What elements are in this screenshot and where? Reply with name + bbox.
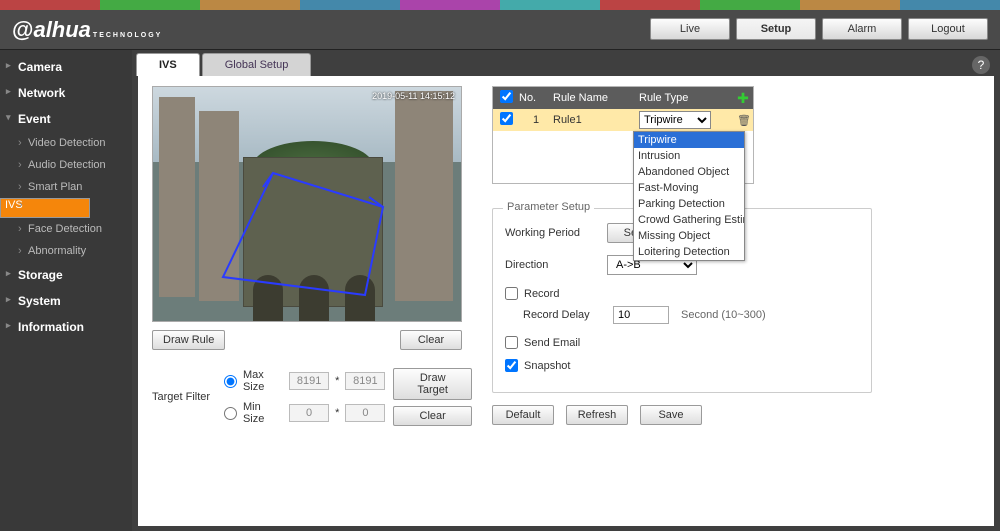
draw-rule-button[interactable]: Draw Rule: [152, 330, 225, 350]
max-size-h[interactable]: [345, 372, 385, 390]
sidebar-item-ivs[interactable]: IVS: [0, 198, 90, 218]
sidebar-item-audio-detection[interactable]: Audio Detection: [0, 154, 132, 176]
camera-preview[interactable]: 2019-05-11 14:15:12: [152, 86, 462, 322]
action-row: Default Refresh Save: [492, 405, 980, 425]
opt-crowd[interactable]: Crowd Gathering Estimation: [634, 212, 744, 228]
top-nav: Live Setup Alarm Logout: [650, 18, 988, 40]
nav-logout[interactable]: Logout: [908, 18, 988, 40]
rule-table: No. Rule Name Rule Type ✚ 1 Rule1 Tripwi…: [492, 86, 754, 184]
nav-alarm[interactable]: Alarm: [822, 18, 902, 40]
nav-live[interactable]: Live: [650, 18, 730, 40]
rule-type-dropdown[interactable]: Tripwire Intrusion Abandoned Object Fast…: [633, 131, 745, 261]
tab-bar: IVS Global Setup: [136, 50, 1000, 76]
col-no: No.: [519, 92, 553, 104]
sidebar-network[interactable]: Network: [0, 80, 132, 106]
sidebar: Camera Network Event Video Detection Aud…: [0, 50, 132, 531]
col-name: Rule Name: [553, 92, 639, 104]
max-size-label: Max Size: [243, 369, 283, 393]
sidebar-item-video-detection[interactable]: Video Detection: [0, 132, 132, 154]
rule-row-no: 1: [519, 114, 553, 126]
sidebar-item-face-detection[interactable]: Face Detection: [0, 218, 132, 240]
nav-setup[interactable]: Setup: [736, 18, 816, 40]
rule-row-name: Rule1: [553, 114, 639, 126]
clear-target-button[interactable]: Clear: [393, 406, 472, 426]
working-period-label: Working Period: [505, 227, 595, 239]
send-email-checkbox[interactable]: [505, 336, 518, 349]
rule-select-all[interactable]: [500, 90, 513, 103]
draw-target-button[interactable]: Draw Target: [393, 368, 472, 400]
rule-row[interactable]: 1 Rule1 Tripwire 🗑: [493, 109, 753, 131]
opt-fast-moving[interactable]: Fast-Moving: [634, 180, 744, 196]
sidebar-item-smart-plan[interactable]: Smart Plan: [0, 176, 132, 198]
sidebar-item-abnormality[interactable]: Abnormality: [0, 240, 132, 262]
snapshot-label: Snapshot: [524, 360, 570, 372]
target-filter-label: Target Filter: [152, 391, 216, 403]
left-column: 2019-05-11 14:15:12 Draw Rule Clear Targ…: [152, 86, 472, 512]
opt-tripwire[interactable]: Tripwire: [634, 132, 744, 148]
save-button[interactable]: Save: [640, 405, 702, 425]
tab-global-setup[interactable]: Global Setup: [202, 53, 312, 76]
max-size-w[interactable]: [289, 372, 329, 390]
sidebar-storage[interactable]: Storage: [0, 262, 132, 288]
col-type: Rule Type: [639, 92, 733, 104]
record-checkbox[interactable]: [505, 287, 518, 300]
add-rule-icon[interactable]: ✚: [733, 90, 753, 107]
opt-abandoned[interactable]: Abandoned Object: [634, 164, 744, 180]
min-size-h[interactable]: [345, 404, 385, 422]
send-email-label: Send Email: [524, 337, 580, 349]
right-column: No. Rule Name Rule Type ✚ 1 Rule1 Tripwi…: [492, 86, 980, 512]
record-delay-label: Record Delay: [523, 309, 601, 321]
tab-ivs[interactable]: IVS: [136, 53, 200, 76]
parameter-setup-legend: Parameter Setup: [503, 201, 594, 213]
record-delay-input[interactable]: [613, 306, 669, 324]
ivs-panel: 2019-05-11 14:15:12 Draw Rule Clear Targ…: [138, 76, 994, 526]
max-size-radio[interactable]: [224, 375, 237, 388]
browser-bookmark-strip: [0, 0, 1000, 10]
min-size-w[interactable]: [289, 404, 329, 422]
rule-table-head: No. Rule Name Rule Type ✚: [493, 87, 753, 109]
sidebar-system[interactable]: System: [0, 288, 132, 314]
default-button[interactable]: Default: [492, 405, 554, 425]
preview-timestamp: 2019-05-11 14:15:12: [372, 91, 455, 101]
sidebar-information[interactable]: Information: [0, 314, 132, 340]
opt-loitering[interactable]: Loitering Detection: [634, 244, 744, 260]
clear-rule-button[interactable]: Clear: [400, 330, 462, 350]
sidebar-event[interactable]: Event: [0, 106, 132, 132]
opt-intrusion[interactable]: Intrusion: [634, 148, 744, 164]
delete-rule-icon[interactable]: 🗑: [735, 114, 753, 127]
refresh-button[interactable]: Refresh: [566, 405, 628, 425]
opt-missing[interactable]: Missing Object: [634, 228, 744, 244]
rule-polygon[interactable]: [213, 167, 413, 307]
snapshot-checkbox[interactable]: [505, 359, 518, 372]
record-delay-hint: Second (10~300): [681, 309, 766, 321]
rule-type-select[interactable]: Tripwire: [639, 111, 711, 129]
min-size-label: Min Size: [243, 401, 283, 425]
direction-label: Direction: [505, 259, 595, 271]
sidebar-camera[interactable]: Camera: [0, 54, 132, 80]
brand-logo: @alhua TECHNOLOGY: [12, 17, 162, 43]
record-label: Record: [524, 288, 559, 300]
app-header: @alhua TECHNOLOGY Live Setup Alarm Logou…: [0, 10, 1000, 50]
help-icon[interactable]: ?: [972, 56, 990, 74]
rule-row-check[interactable]: [500, 112, 513, 125]
min-size-radio[interactable]: [224, 407, 237, 420]
opt-parking[interactable]: Parking Detection: [634, 196, 744, 212]
content-area: IVS Global Setup ? 2019-05-11 14:15:12: [132, 50, 1000, 531]
